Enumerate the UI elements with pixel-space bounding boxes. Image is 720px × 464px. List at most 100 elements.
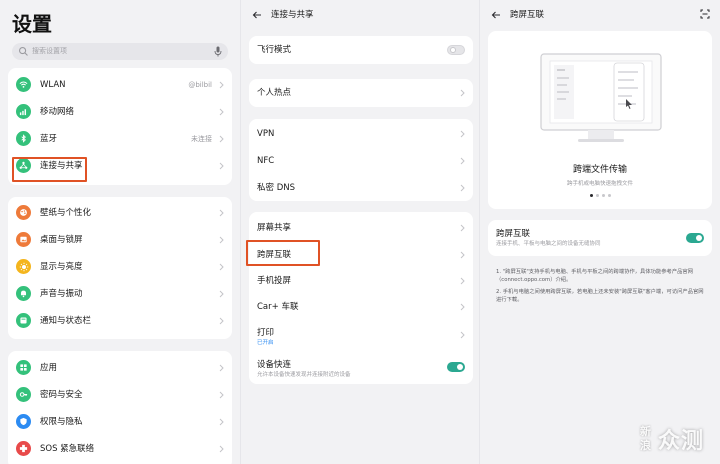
settings-group-personalization: 壁纸与个性化 桌面与锁屏 显示与亮度 声音与振动 通知与状态栏 xyxy=(8,197,232,339)
chevron-right-icon xyxy=(219,236,224,244)
settings-item-wlan[interactable]: WLAN @bilbil xyxy=(8,72,232,98)
palette-icon xyxy=(16,205,31,220)
bluetooth-icon xyxy=(16,131,31,146)
page-title: 连接与共享 xyxy=(271,10,314,20)
settings-item-label: 壁纸与个性化 xyxy=(40,208,92,218)
sos-icon xyxy=(16,441,31,456)
nfc-row[interactable]: NFC xyxy=(249,148,473,174)
chevron-right-icon xyxy=(460,130,465,138)
network-group: VPN NFC 私密 DNS xyxy=(249,119,473,201)
settings-item-label: 蓝牙 xyxy=(40,134,58,144)
screen-share-row[interactable]: 屏幕共享 xyxy=(249,215,473,241)
settings-item-permissions-privacy[interactable]: 权限与隐私 xyxy=(8,409,232,435)
sun-icon xyxy=(16,259,31,274)
carousel-dot[interactable] xyxy=(601,194,605,197)
vpn-row[interactable]: VPN xyxy=(249,121,473,147)
chevron-right-icon xyxy=(460,303,465,311)
settings-item-home-lock-screen[interactable]: 桌面与锁屏 xyxy=(8,227,232,253)
chevron-right-icon xyxy=(460,89,465,97)
footnote-2: 2. 手机与电脑之间使用跨屏互联，若电脑上还未安装"跨屏互联"客户端，可访问产品… xyxy=(496,288,704,303)
settings-item-display-brightness[interactable]: 显示与亮度 xyxy=(8,254,232,280)
footnote-1: 1. "跨屏互联"支持手机与电脑、手机与平板之间的跨端协作，具体功能参考产品官网… xyxy=(496,269,694,284)
feature-carousel[interactable]: 跨端文件传输 跨手机或电脑快速拖拽文件 xyxy=(488,31,712,209)
settings-item-sos[interactable]: SOS 紧急联络 xyxy=(8,436,232,462)
settings-item-label: 桌面与锁屏 xyxy=(40,235,83,245)
wlan-network-name: @bilbil xyxy=(188,81,212,89)
highlight-box-connection-sharing xyxy=(12,157,87,182)
personal-hotspot-row[interactable]: 个人热点 xyxy=(249,79,473,107)
cross-screen-toggle[interactable] xyxy=(686,233,704,243)
chevron-right-icon xyxy=(219,108,224,116)
car-connect-row[interactable]: Car+ 车联 xyxy=(249,294,473,320)
settings-item-label: 通知与状态栏 xyxy=(40,316,92,326)
settings-item-mobile-network[interactable]: 移动网络 xyxy=(8,99,232,125)
cross-screen-toggle-label: 跨屏互联 xyxy=(496,229,531,239)
watermark-char: 浪 xyxy=(640,439,651,452)
carousel-dot[interactable] xyxy=(589,194,593,197)
settings-group-security: 应用 密码与安全 权限与隐私 SOS 紧急联络 xyxy=(8,351,232,464)
microphone-icon[interactable] xyxy=(214,46,222,57)
phone-cast-label: 手机投屏 xyxy=(257,276,292,286)
settings-item-sound-vibration[interactable]: 声音与振动 xyxy=(8,281,232,307)
print-status: 已开启 xyxy=(257,340,274,346)
apps-icon xyxy=(16,360,31,375)
settings-item-apps[interactable]: 应用 xyxy=(8,355,232,381)
carousel-title: 跨端文件传输 xyxy=(572,165,627,175)
highlight-box-cross-screen xyxy=(246,240,320,266)
car-connect-label: Car+ 车联 xyxy=(257,302,299,312)
bell-icon xyxy=(16,286,31,301)
bluetooth-status: 未连接 xyxy=(191,135,212,143)
device-quick-connect-toggle[interactable] xyxy=(447,362,465,372)
search-input[interactable]: 搜索设置项 xyxy=(12,43,228,60)
settings-item-notifications[interactable]: 通知与状态栏 xyxy=(8,308,232,334)
chevron-right-icon xyxy=(219,445,224,453)
settings-pane: 设置 搜索设置项 WLAN @bilbil 移动网络 蓝牙 未连接 连接与共享 … xyxy=(0,0,240,464)
watermark-logo: 新 浪 众测 xyxy=(638,424,716,462)
airplane-mode-row[interactable]: 飞行模式 xyxy=(249,36,473,64)
chevron-right-icon xyxy=(219,290,224,298)
phone-cast-row[interactable]: 手机投屏 xyxy=(249,268,473,294)
page-title: 跨屏互联 xyxy=(510,10,545,20)
settings-item-wallpaper[interactable]: 壁纸与个性化 xyxy=(8,200,232,226)
settings-item-bluetooth[interactable]: 蓝牙 未连接 xyxy=(8,126,232,152)
carousel-subtitle: 跨手机或电脑快速拖拽文件 xyxy=(566,181,633,187)
chevron-right-icon xyxy=(460,184,465,192)
sharing-group: 屏幕共享 跨屏互联 手机投屏 Car+ 车联 打印 已开启 设备快连 允许本设备… xyxy=(249,212,473,384)
image-icon xyxy=(16,232,31,247)
settings-item-label: 权限与隐私 xyxy=(40,417,83,427)
chevron-right-icon xyxy=(219,81,224,89)
carousel-dot[interactable] xyxy=(607,194,611,197)
chevron-right-icon xyxy=(219,391,224,399)
vpn-label: VPN xyxy=(257,129,275,139)
cross-screen-toggle-desc: 连接手机、平板与电脑之间的设备无缝协同 xyxy=(496,241,601,247)
private-dns-label: 私密 DNS xyxy=(257,183,296,193)
settings-item-label: 移动网络 xyxy=(40,107,75,117)
airplane-mode-toggle[interactable] xyxy=(447,45,465,55)
chevron-right-icon xyxy=(219,364,224,372)
notification-icon xyxy=(16,313,31,328)
cellular-icon xyxy=(16,104,31,119)
private-dns-row[interactable]: 私密 DNS xyxy=(249,175,473,201)
chevron-right-icon xyxy=(460,277,465,285)
settings-item-label: 应用 xyxy=(40,363,58,373)
settings-item-label: 声音与振动 xyxy=(40,289,83,299)
carousel-dot[interactable] xyxy=(595,194,599,197)
settings-item-password-security[interactable]: 密码与安全 xyxy=(8,382,232,408)
back-arrow-icon[interactable] xyxy=(252,10,262,20)
chevron-right-icon xyxy=(460,157,465,165)
footnotes: 1. "跨屏互联"支持手机与电脑、手机与平板之间的跨端协作，具体功能参考产品官网… xyxy=(496,268,708,307)
chevron-right-icon xyxy=(460,224,465,232)
scan-icon[interactable] xyxy=(700,9,710,19)
device-quick-connect-desc: 允许本设备快速发现并连接附近的设备 xyxy=(257,372,351,378)
settings-item-label: 密码与安全 xyxy=(40,390,83,400)
cross-screen-pane: 跨屏互联 跨端文件传输 跨手机或电脑快速拖拽文件 跨屏互联 连接手机、平板与电脑… xyxy=(480,0,720,464)
print-row[interactable]: 打印 已开启 xyxy=(249,320,473,350)
carousel-pagination[interactable] xyxy=(488,194,712,197)
chevron-right-icon xyxy=(219,263,224,271)
cross-screen-toggle-row[interactable]: 跨屏互联 连接手机、平板与电脑之间的设备无缝协同 xyxy=(488,220,712,256)
back-arrow-icon[interactable] xyxy=(491,10,501,20)
device-quick-connect-row[interactable]: 设备快连 允许本设备快速发现并连接附近的设备 xyxy=(249,352,473,382)
chevron-right-icon xyxy=(219,162,224,170)
screen-share-label: 屏幕共享 xyxy=(257,223,292,233)
page-title: 设置 xyxy=(12,12,52,36)
